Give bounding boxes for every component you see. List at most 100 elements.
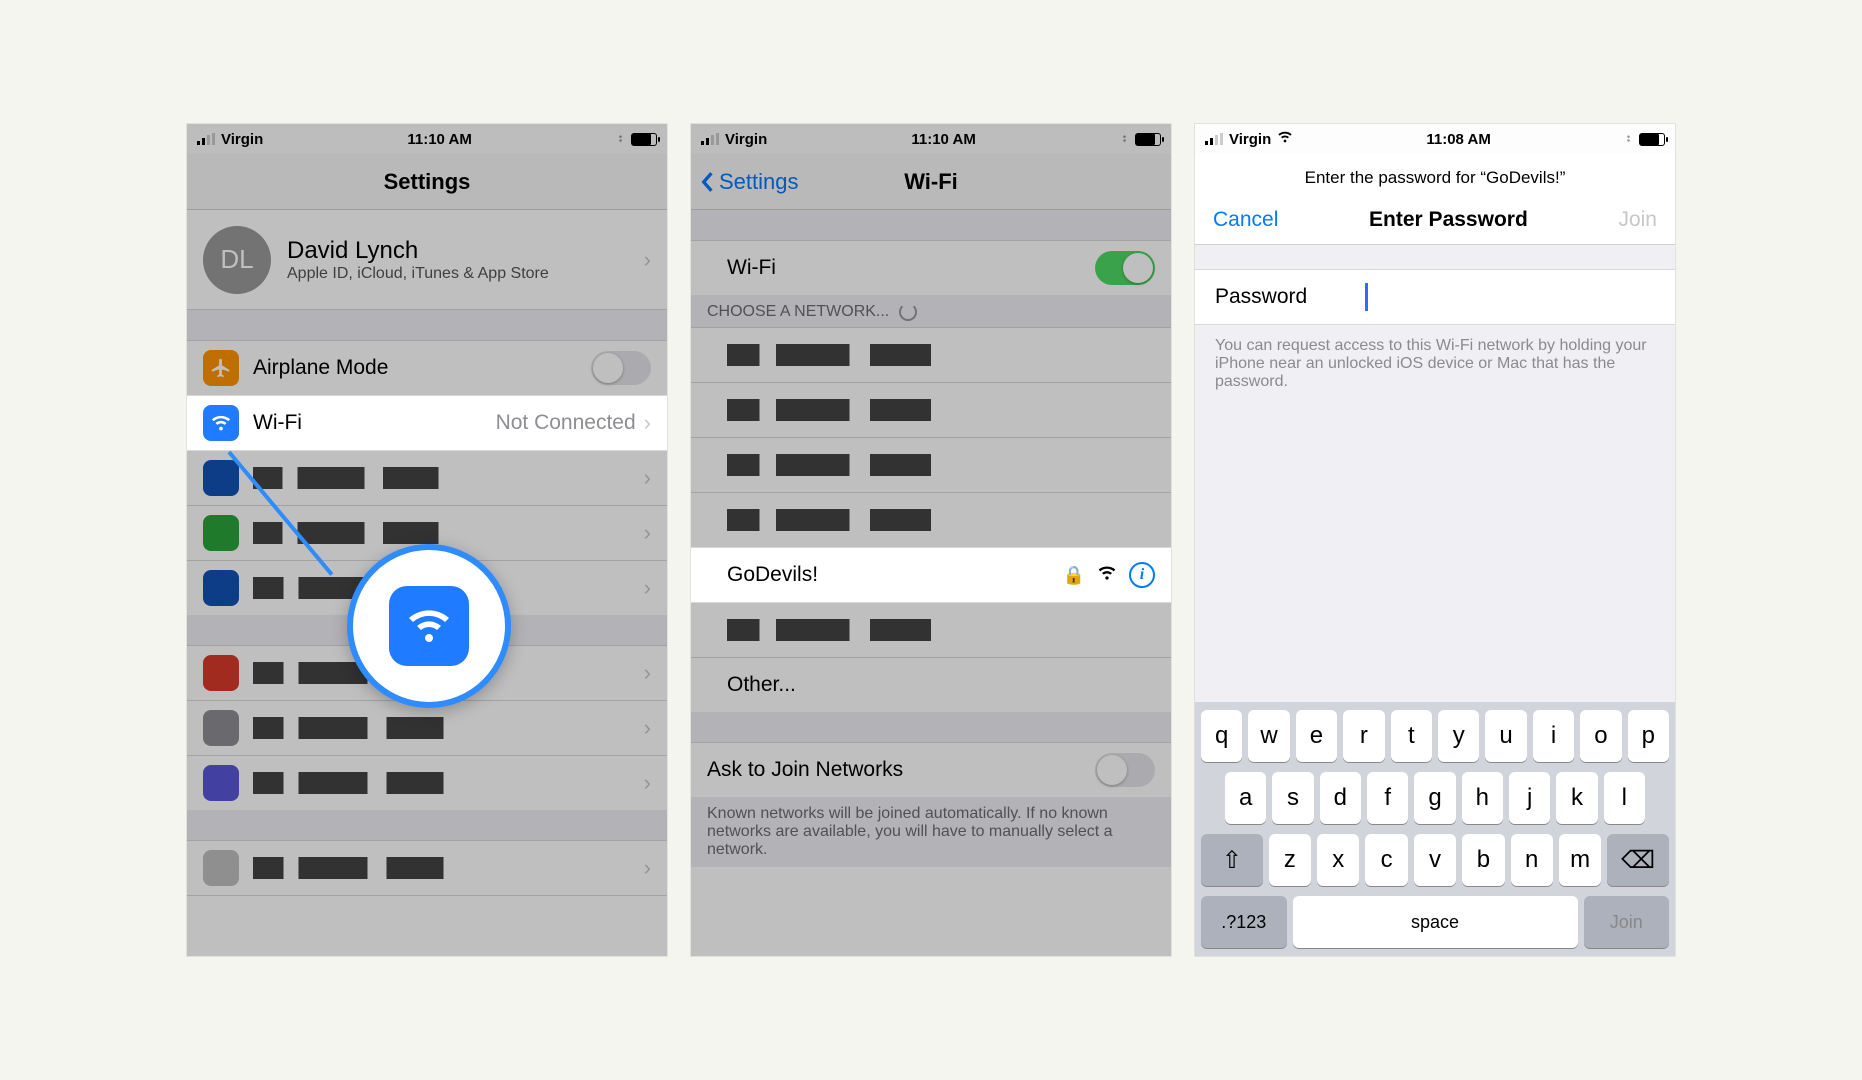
key-h[interactable]: h: [1462, 772, 1503, 824]
network-row[interactable]: [691, 492, 1171, 548]
cancel-button[interactable]: Cancel: [1213, 208, 1278, 232]
page-title: Wi-Fi: [904, 169, 958, 195]
shift-key[interactable]: ⇧: [1201, 834, 1263, 886]
airplane-icon: [203, 350, 239, 386]
network-ssid: GoDevils!: [707, 563, 1063, 587]
key-c[interactable]: c: [1365, 834, 1407, 886]
key-m[interactable]: m: [1559, 834, 1601, 886]
back-label: Settings: [719, 169, 799, 195]
signal-icon: [701, 133, 719, 145]
network-row[interactable]: [691, 437, 1171, 493]
key-n[interactable]: n: [1511, 834, 1553, 886]
network-row[interactable]: [691, 382, 1171, 438]
password-row[interactable]: Password: [1195, 269, 1675, 325]
key-r[interactable]: r: [1343, 710, 1384, 762]
numbers-key[interactable]: .?123: [1201, 896, 1287, 948]
status-bar: Virgin 11:10 AM ᛬: [187, 124, 667, 154]
key-u[interactable]: u: [1485, 710, 1526, 762]
screen-enter-password: Virgin 11:08 AM ᛬ Enter the password for…: [1195, 124, 1675, 956]
wifi-toggle[interactable]: [1095, 251, 1155, 285]
keyboard-join-key[interactable]: Join: [1584, 896, 1670, 948]
carrier-label: Virgin: [1229, 131, 1271, 148]
carrier-label: Virgin: [221, 131, 263, 148]
key-a[interactable]: a: [1225, 772, 1266, 824]
list-item[interactable]: ›: [187, 450, 667, 506]
avatar: DL: [203, 226, 271, 294]
network-row[interactable]: [691, 327, 1171, 383]
status-time: 11:10 AM: [407, 131, 471, 148]
key-y[interactable]: y: [1438, 710, 1479, 762]
key-o[interactable]: o: [1580, 710, 1621, 762]
airplane-mode-row[interactable]: Airplane Mode: [187, 340, 667, 396]
redacted-ssid: [727, 344, 1135, 366]
key-i[interactable]: i: [1533, 710, 1574, 762]
signal-icon: [1205, 133, 1223, 145]
app-icon: [203, 460, 239, 496]
ask-join-row[interactable]: Ask to Join Networks: [691, 742, 1171, 798]
redacted-label: [253, 467, 624, 489]
app-icon: [203, 515, 239, 551]
key-t[interactable]: t: [1391, 710, 1432, 762]
lock-icon: 🔒: [1063, 565, 1085, 586]
battery-icon: [631, 133, 657, 146]
airplane-toggle[interactable]: [591, 351, 651, 385]
key-d[interactable]: d: [1320, 772, 1361, 824]
key-x[interactable]: x: [1317, 834, 1359, 886]
ask-join-toggle[interactable]: [1095, 753, 1155, 787]
password-label: Password: [1215, 285, 1335, 309]
key-g[interactable]: g: [1414, 772, 1455, 824]
ask-join-label: Ask to Join Networks: [707, 758, 1095, 782]
key-v[interactable]: v: [1414, 834, 1456, 886]
key-b[interactable]: b: [1462, 834, 1504, 886]
key-s[interactable]: s: [1272, 772, 1313, 824]
key-l[interactable]: l: [1604, 772, 1645, 824]
redacted-ssid: [727, 399, 1135, 421]
text-cursor: [1365, 283, 1368, 311]
page-title: Settings: [384, 169, 471, 195]
screen-wifi: Virgin 11:10 AM ᛬ Settings Wi-Fi Wi-Fi C…: [691, 124, 1171, 956]
key-z[interactable]: z: [1269, 834, 1311, 886]
space-key[interactable]: space: [1293, 896, 1578, 948]
wifi-icon: [389, 586, 469, 666]
list-item[interactable]: ›: [187, 755, 667, 811]
redacted-label: [253, 522, 624, 544]
key-w[interactable]: w: [1248, 710, 1289, 762]
key-p[interactable]: p: [1628, 710, 1669, 762]
wifi-status-icon: [1277, 129, 1293, 149]
key-e[interactable]: e: [1296, 710, 1337, 762]
backspace-key[interactable]: ⌫: [1607, 834, 1669, 886]
wifi-toggle-row[interactable]: Wi-Fi: [691, 240, 1171, 296]
bluetooth-icon: ᛬: [616, 131, 625, 148]
status-time: 11:08 AM: [1426, 131, 1490, 148]
redacted-ssid: [727, 454, 1135, 476]
other-network-row[interactable]: Other...: [691, 657, 1171, 713]
carrier-label: Virgin: [725, 131, 767, 148]
app-icon: [203, 710, 239, 746]
key-k[interactable]: k: [1556, 772, 1597, 824]
airplane-label: Airplane Mode: [253, 356, 591, 380]
network-row[interactable]: [691, 602, 1171, 658]
list-item[interactable]: ›: [187, 700, 667, 756]
join-button[interactable]: Join: [1618, 208, 1657, 232]
key-q[interactable]: q: [1201, 710, 1242, 762]
wifi-status: Not Connected: [496, 411, 636, 435]
app-icon: [203, 850, 239, 886]
apple-id-row[interactable]: DL David Lynch Apple ID, iCloud, iTunes …: [187, 210, 667, 310]
bluetooth-icon: ᛬: [1624, 131, 1633, 148]
redacted-label: [253, 717, 634, 739]
key-f[interactable]: f: [1367, 772, 1408, 824]
app-icon: [203, 570, 239, 606]
redacted-ssid: [727, 509, 1135, 531]
nav-bar: Settings: [187, 154, 667, 210]
list-item[interactable]: ›: [187, 840, 667, 896]
back-button[interactable]: Settings: [699, 169, 799, 195]
callout-circle: [347, 544, 511, 708]
info-icon[interactable]: i: [1129, 562, 1155, 588]
password-hint: You can request access to this Wi-Fi net…: [1195, 325, 1675, 403]
network-row-godevils[interactable]: GoDevils! 🔒 i: [691, 547, 1171, 603]
signal-icon: [197, 133, 215, 145]
screen-settings: Virgin 11:10 AM ᛬ Settings DL David Lync…: [187, 124, 667, 956]
app-icon: [203, 655, 239, 691]
wifi-row[interactable]: Wi-Fi Not Connected ›: [187, 395, 667, 451]
key-j[interactable]: j: [1509, 772, 1550, 824]
